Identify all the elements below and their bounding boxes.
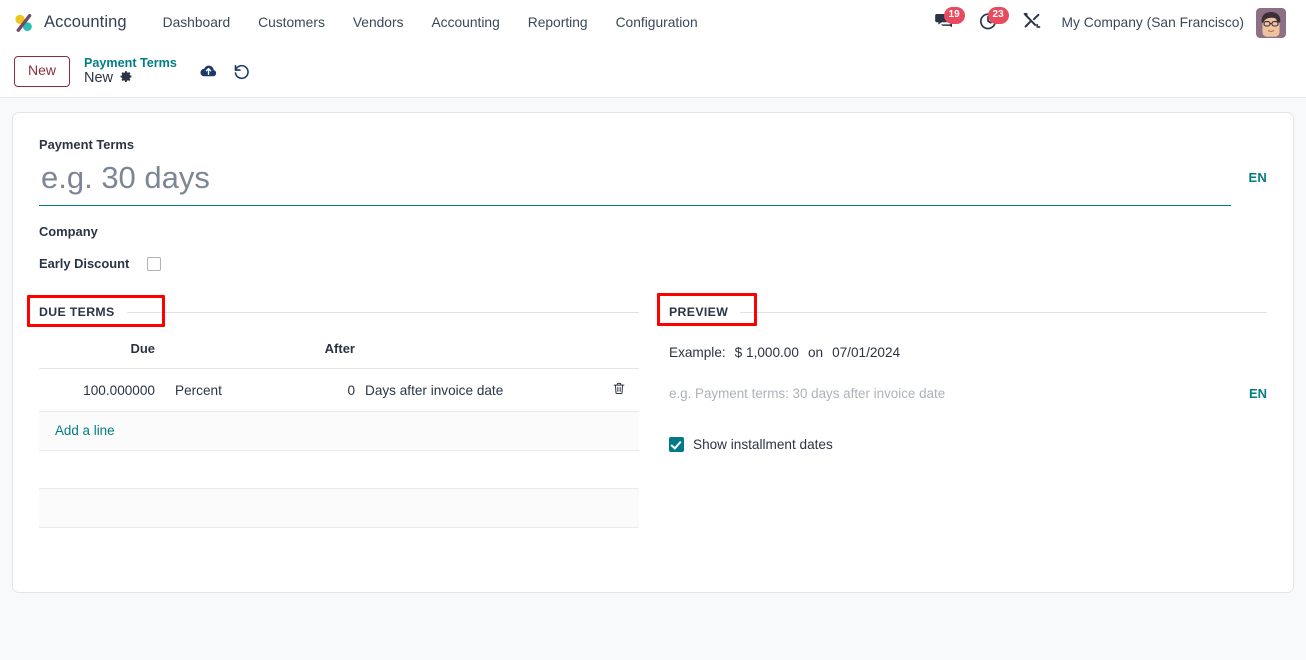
preview-example-on: on	[807, 345, 824, 360]
preview-panel: PREVIEW Example: $ 1,000.00 on 07/01/202…	[657, 293, 1267, 528]
record-actions	[199, 62, 251, 81]
brand-name: Accounting	[44, 13, 127, 31]
add-line-row[interactable]: Add a line	[39, 411, 639, 451]
early-discount-label: Early Discount	[39, 256, 130, 271]
column-header-basis	[355, 341, 599, 369]
wrench-tools-icon	[1022, 11, 1042, 34]
show-installment-dates-label: Show installment dates	[693, 437, 833, 452]
cell-delete-action	[599, 368, 639, 412]
due-terms-header-row: Due After	[39, 341, 639, 369]
messages-button[interactable]: 19	[922, 0, 966, 45]
preview-divider	[740, 311, 1267, 313]
discard-undo-icon[interactable]	[232, 62, 251, 81]
top-navbar: Accounting Dashboard Customers Vendors A…	[0, 0, 1306, 46]
gear-icon[interactable]	[120, 70, 133, 87]
main-menu: Dashboard Customers Vendors Accounting R…	[149, 0, 712, 45]
sheet-columns: DUE TERMS Due After 100.000000 Percent 0…	[27, 293, 1267, 528]
sheet-background: Payment Terms EN Company Early Discount …	[0, 98, 1306, 660]
preview-example-amount: $ 1,000.00	[734, 345, 799, 360]
early-discount-checkbox[interactable]	[147, 256, 162, 271]
table-row[interactable]: 100.000000 Percent 0 Days after invoice …	[39, 368, 639, 412]
menu-item-dashboard[interactable]: Dashboard	[149, 0, 245, 45]
preview-translate-en-badge[interactable]: EN	[1249, 386, 1267, 401]
due-terms-table: Due After 100.000000 Percent 0 Days afte…	[39, 341, 639, 528]
table-blank-row	[39, 450, 639, 489]
preview-example-row: Example: $ 1,000.00 on 07/01/2024	[669, 345, 1267, 360]
due-terms-panel: DUE TERMS Due After 100.000000 Percent 0…	[27, 295, 639, 528]
breadcrumb: Payment Terms New	[84, 56, 177, 87]
menu-item-configuration[interactable]: Configuration	[602, 0, 712, 45]
column-header-unit	[175, 341, 311, 369]
early-discount-field-row: Early Discount	[39, 256, 1267, 271]
trash-icon[interactable]	[612, 381, 626, 399]
cell-due-value[interactable]: 100.000000	[39, 368, 175, 412]
breadcrumb-parent-payment-terms[interactable]: Payment Terms	[84, 56, 177, 70]
add-line-cell[interactable]: Add a line	[39, 411, 639, 451]
menu-item-accounting[interactable]: Accounting	[417, 0, 513, 45]
activities-badge: 23	[987, 7, 1009, 24]
form-sheet: Payment Terms EN Company Early Discount …	[12, 112, 1294, 593]
cloud-upload-icon[interactable]	[199, 62, 218, 81]
menu-item-vendors[interactable]: Vendors	[339, 0, 418, 45]
cell-after-days[interactable]: 0	[311, 368, 355, 412]
user-avatar[interactable]	[1256, 7, 1286, 38]
preview-note-row: e.g. Payment terms: 30 days after invoic…	[669, 386, 1267, 401]
navbar-right-actions: 19 23 My Company (San Francisco)	[922, 0, 1294, 45]
payment-terms-label: Payment Terms	[39, 137, 135, 152]
menu-item-customers[interactable]: Customers	[244, 0, 339, 45]
breadcrumb-current-record: New	[84, 70, 114, 87]
show-installment-dates-row: Show installment dates	[669, 437, 1267, 452]
column-header-due: Due	[39, 341, 175, 369]
table-footer-row	[39, 488, 639, 528]
cell-after-basis[interactable]: Days after invoice date	[355, 368, 599, 412]
payment-terms-input[interactable]	[39, 158, 1231, 206]
due-terms-section-header: DUE TERMS	[27, 295, 639, 327]
preview-example-label: Example:	[669, 345, 726, 360]
preview-title: PREVIEW	[669, 305, 729, 319]
preview-note-input[interactable]: e.g. Payment terms: 30 days after invoic…	[669, 386, 1237, 401]
add-a-line-link[interactable]: Add a line	[55, 423, 115, 438]
payment-terms-field-row: EN	[39, 158, 1267, 206]
preview-section-header: PREVIEW	[657, 293, 1267, 326]
activities-button[interactable]: 23	[966, 0, 1010, 45]
cell-due-unit[interactable]: Percent	[175, 368, 311, 412]
column-header-actions	[599, 341, 639, 369]
name-translate-en-badge[interactable]: EN	[1249, 170, 1267, 185]
due-terms-title: DUE TERMS	[39, 305, 115, 319]
show-installment-dates-checkbox[interactable]	[669, 437, 684, 452]
control-panel: New Payment Terms New	[0, 46, 1306, 98]
new-button[interactable]: New	[14, 56, 71, 87]
messages-badge: 19	[943, 7, 965, 24]
column-header-after: After	[311, 341, 355, 369]
menu-item-reporting[interactable]: Reporting	[514, 0, 602, 45]
app-brand[interactable]: Accounting	[12, 11, 127, 35]
company-label: Company	[39, 224, 98, 239]
preview-example-date[interactable]: 07/01/2024	[832, 345, 900, 360]
developer-tools-button[interactable]	[1010, 0, 1054, 45]
company-field-row: Company	[39, 224, 1267, 239]
odoo-logo-icon	[12, 11, 36, 35]
company-switcher[interactable]: My Company (San Francisco)	[1054, 15, 1256, 30]
due-terms-divider	[126, 311, 639, 313]
